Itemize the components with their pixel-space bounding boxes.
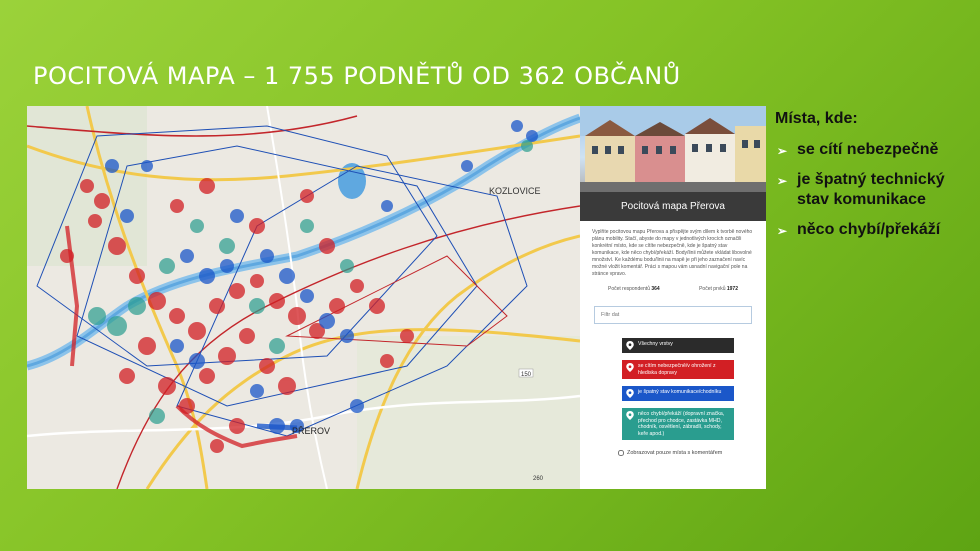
panel-title: Pocitová mapa Přerova [580,192,766,221]
bullet-item: ➢ se cítí nebezpečně [775,140,975,160]
stats-row: Počet respondentů 364 Počet prvků 1972 [580,282,766,296]
bullet-item: ➢ něco chybí/překáží [775,220,975,240]
layer-button-all[interactable]: Všechny vrstvy [622,338,734,353]
bullet-list: ➢ se cítí nebezpečně ➢ je špatný technický… [775,140,975,240]
side-panel: Pocitová mapa Přerova Vyplňte pocitovou … [580,106,766,489]
bullets-heading: Místa, kde: [775,110,858,127]
layer-label: se cítím nebezpečně/v ohrožení z hledisk… [638,363,716,376]
bottom-number-label: 260 [533,476,544,482]
bullet-item: ➢ je špatný technický stav komunikace [777,171,945,208]
map-pin-icon [626,363,634,372]
comments-only-checkbox[interactable] [618,450,624,456]
map-pin-icon [626,341,634,350]
arrow-bullet-icon: ➢ [777,174,788,188]
layer-label: je špatný stav komunikace/chodníku [638,389,722,395]
road-number-label: 150 [521,372,532,378]
layer-label: Všechny vrstvy [638,341,673,347]
technical-route [256,423,298,431]
entries-stat: Počet prvků 1972 [699,286,738,292]
layer-button-missing[interactable]: něco chybí/překáží (dopravní značka, pře… [622,408,734,440]
panel-description: Vyplňte pocitovou mapu Přerova a přispěj… [592,229,753,277]
legend-bullets: Místa, kde: ➢ se cítí nebezpečně ➢ je špat… [775,110,975,250]
map-pin-icon [626,411,634,420]
checkbox-label: Zobrazovat pouze místa s komentářem [627,450,723,456]
place-label-kozlovice: KOZLOVICE [489,186,541,196]
town-photo [580,106,766,192]
layer-label: něco chybí/překáží (dopravní značka, pře… [638,411,725,437]
layer-button-danger[interactable]: se cítím nebezpečně/v ohrožení z hledisk… [622,360,734,379]
map-pin-icon [626,389,634,398]
layer-button-technical[interactable]: je špatný stav komunikace/chodníku [622,386,734,401]
arrow-bullet-icon: ➢ [777,144,788,158]
map-canvas[interactable]: KOZLOVICE PŘEROV 150 260 [27,106,580,489]
filter-input[interactable] [594,306,752,324]
slide-title: Pocitová mapa – 1 755 podnětů od 362 obč… [33,62,681,90]
comments-only-toggle[interactable]: Zobrazovat pouze místa s komentářem [618,450,766,456]
feeling-map[interactable]: KOZLOVICE PŘEROV 150 260 [27,106,580,489]
respondents-stat: Počet respondentů 364 [608,286,660,292]
place-label-prerov: PŘEROV [292,426,330,436]
arrow-bullet-icon: ➢ [777,224,788,238]
